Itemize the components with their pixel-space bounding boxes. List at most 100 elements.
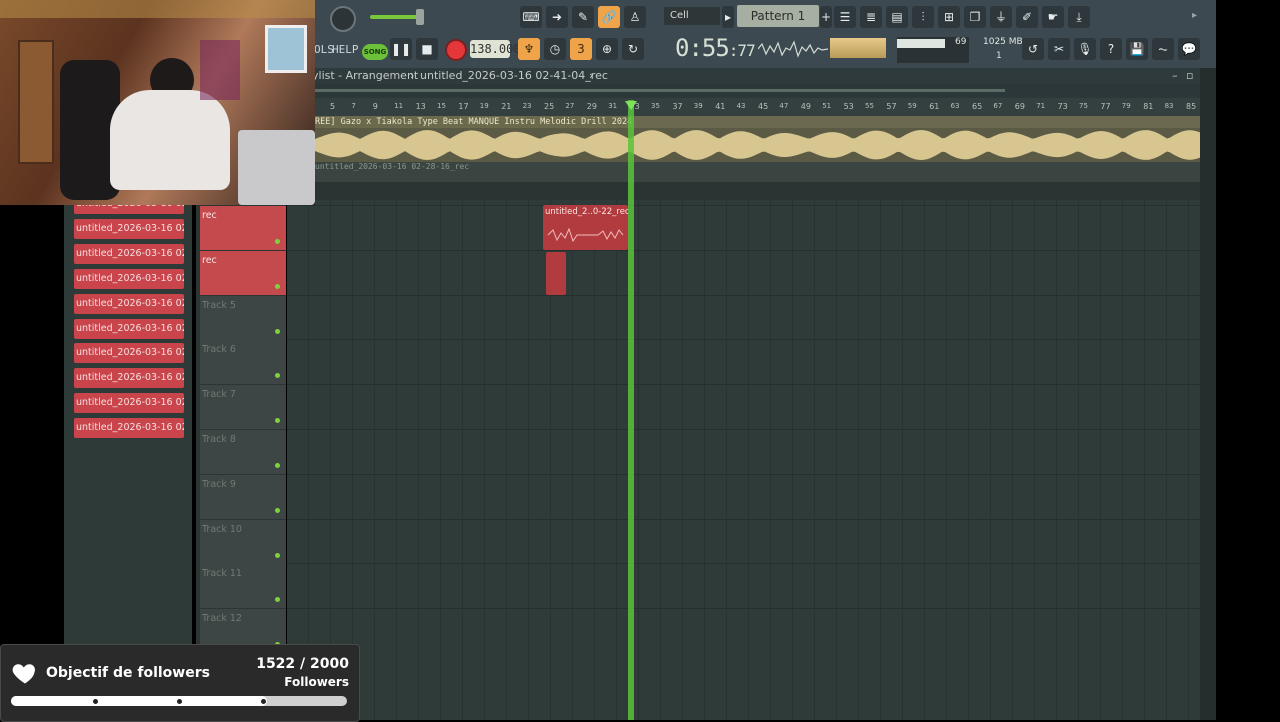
track-header[interactable]: Track 11 (200, 564, 286, 609)
record-button[interactable] (445, 39, 467, 61)
breadcrumb-arrow-icon[interactable]: › (589, 68, 593, 84)
undo-icon[interactable]: ↺ (1022, 38, 1044, 60)
track-enable-led[interactable] (275, 463, 280, 468)
horizontal-scroll-thumb[interactable] (315, 89, 1005, 92)
cut-icon[interactable]: ✂ (1048, 38, 1070, 60)
track-lane[interactable] (287, 518, 1200, 565)
track-lane[interactable] (287, 384, 1200, 430)
recorded-clip[interactable]: untitled_2..0-22_rec (543, 205, 630, 250)
master-pitch-handle[interactable] (416, 9, 424, 25)
picker-clip-item[interactable]: untitled_2026-03-16 02... (74, 268, 184, 289)
pointer-icon[interactable]: ☛ (1042, 6, 1064, 28)
pattern-selector[interactable]: Pattern 1 (737, 5, 819, 27)
track-header[interactable]: Track 9 (200, 474, 286, 519)
track-header[interactable]: Track 6 (200, 340, 286, 385)
step-edit-icon[interactable]: ⊕ (596, 38, 618, 60)
pause-icon[interactable]: ❚❚ (390, 38, 412, 60)
master-volume-knob[interactable] (330, 6, 356, 32)
keyboard-icon[interactable]: ⌨ (520, 6, 542, 28)
picker-clip-item[interactable]: untitled_2026-03-16 02... (74, 418, 184, 439)
recorded-clip-small[interactable] (546, 252, 566, 295)
script-icon[interactable]: ✐ (1016, 6, 1038, 28)
arrangement-grid[interactable] (287, 200, 1200, 720)
metronome-toggle-icon[interactable]: ♆ (518, 38, 540, 60)
pattern-add-icon[interactable]: + (820, 6, 832, 28)
time-selection-bar[interactable] (315, 84, 1200, 98)
menu-tools[interactable]: OLS (314, 43, 334, 56)
menu-help[interactable]: HELP (332, 43, 359, 56)
track-lane[interactable] (287, 339, 1200, 385)
track-enable-led[interactable] (275, 552, 280, 558)
browser-icon[interactable]: ⊞ (938, 6, 960, 28)
countdown-icon[interactable]: 3 (570, 38, 592, 60)
track-label: Track 7 (202, 389, 236, 401)
ruler-tick: 57 (886, 102, 897, 111)
track-enable-led[interactable] (275, 239, 280, 244)
track-header[interactable]: Track 7 (200, 385, 286, 430)
midi-icon[interactable]: ⏦ (1152, 38, 1174, 60)
playhead-marker[interactable] (625, 101, 637, 110)
stop-icon[interactable]: ■ (416, 38, 438, 60)
track-enable-led[interactable] (275, 373, 280, 379)
chat-icon[interactable]: 💬 (1178, 38, 1200, 60)
track-enable-led[interactable] (275, 283, 280, 289)
ruler-tick: 31 (608, 102, 618, 110)
picker-clip-item[interactable]: untitled_2026-03-16 02... (74, 368, 184, 389)
track-lane[interactable] (287, 563, 1200, 609)
arrow-right-icon[interactable]: ➜ (546, 6, 568, 28)
track-lane[interactable] (287, 608, 1200, 654)
playlist-titlebar[interactable]: ylist - Arrangement › untitled_2026-03-1… (300, 68, 1216, 84)
metronome-icon[interactable]: ♙ (624, 6, 646, 28)
track-lane[interactable] (287, 429, 1200, 475)
playhead-line[interactable] (628, 100, 634, 720)
timeline-ruler[interactable]: 5 7 9 11 13 15 17 19 21 23 25 27 29 31 33 35 37 39 41 43 45 4… (315, 98, 1200, 116)
playlist-icon[interactable]: ☰ (834, 6, 856, 28)
track-header[interactable]: rec (200, 250, 286, 295)
track-header[interactable]: Track 8 (200, 430, 286, 474)
mixer-icon[interactable]: ⫶ (912, 6, 934, 28)
download-icon[interactable]: ⤓ (1068, 6, 1090, 28)
picker-clip-item[interactable]: untitled_2026-03-16 02... (74, 218, 184, 239)
minimize-icon[interactable]: – (1172, 68, 1178, 84)
pattern-prev-icon[interactable]: ▸ (722, 6, 734, 28)
draw-tool-icon[interactable]: ✎ (572, 6, 594, 28)
channel-rack-icon[interactable]: ▤ (886, 6, 908, 28)
picker-clip-item[interactable]: untitled_2026-03-16 02... (74, 318, 184, 339)
loop-record-icon[interactable]: ↻ (622, 38, 644, 60)
track-header[interactable]: Track 5 (200, 295, 286, 340)
snap-selector[interactable]: Cell (664, 7, 720, 25)
webcam-person-body (110, 90, 230, 190)
picker-clip-item[interactable]: untitled_2026-03-16 02... (74, 393, 184, 414)
master-pitch-slider[interactable] (370, 15, 422, 19)
track-enable-led[interactable] (275, 328, 280, 334)
picker-clip-item[interactable]: untitled_2026-03-16 02... (74, 243, 184, 264)
recording-lane-clip[interactable]: untitled_2026-03-16 02-28-16_rec (315, 162, 1200, 182)
track-enable-led[interactable] (275, 507, 280, 513)
project-name[interactable]: untitled_2026-03-16 02-41-04_rec (420, 68, 608, 84)
picker-clip-item[interactable]: untitled_2026-03-16 02... (74, 293, 184, 314)
track-header[interactable]: Track 10 (200, 519, 286, 564)
piano-roll-icon[interactable]: ≣ (860, 6, 882, 28)
plugin-icon[interactable]: ⏚ (990, 6, 1012, 28)
track-lane[interactable] (287, 205, 1200, 251)
save-icon[interactable]: 💾 (1126, 38, 1148, 60)
track-enable-led[interactable] (275, 418, 280, 424)
tempo-display[interactable]: 138.000 (470, 40, 521, 58)
clipboard-icon[interactable]: ❐ (964, 6, 986, 28)
vertical-scrollbar[interactable] (1200, 68, 1216, 720)
song-mode-toggle[interactable]: SONG (362, 44, 388, 60)
maximize-icon[interactable]: ▫ (1186, 68, 1193, 84)
link-icon[interactable]: 🔗 (598, 6, 620, 28)
microphone-icon[interactable]: 🎙 (1074, 38, 1096, 60)
track-header[interactable]: rec (200, 206, 286, 250)
audio-clip-beat[interactable]: REE] Gazo x Tiakola Type Beat MANQUE Ins… (315, 116, 1200, 162)
track-lane[interactable] (287, 249, 1200, 296)
song-position-display[interactable]: 0:55:77 (675, 34, 756, 62)
toolbar-collapse-icon[interactable]: ▸ (1192, 10, 1197, 21)
track-enable-led[interactable] (275, 597, 280, 603)
wait-for-input-icon[interactable]: ◷ (544, 38, 566, 60)
track-lane[interactable] (287, 473, 1200, 520)
track-lane[interactable] (287, 294, 1200, 341)
help-icon[interactable]: ? (1100, 38, 1122, 60)
picker-clip-item[interactable]: untitled_2026-03-16 02... (74, 343, 184, 364)
